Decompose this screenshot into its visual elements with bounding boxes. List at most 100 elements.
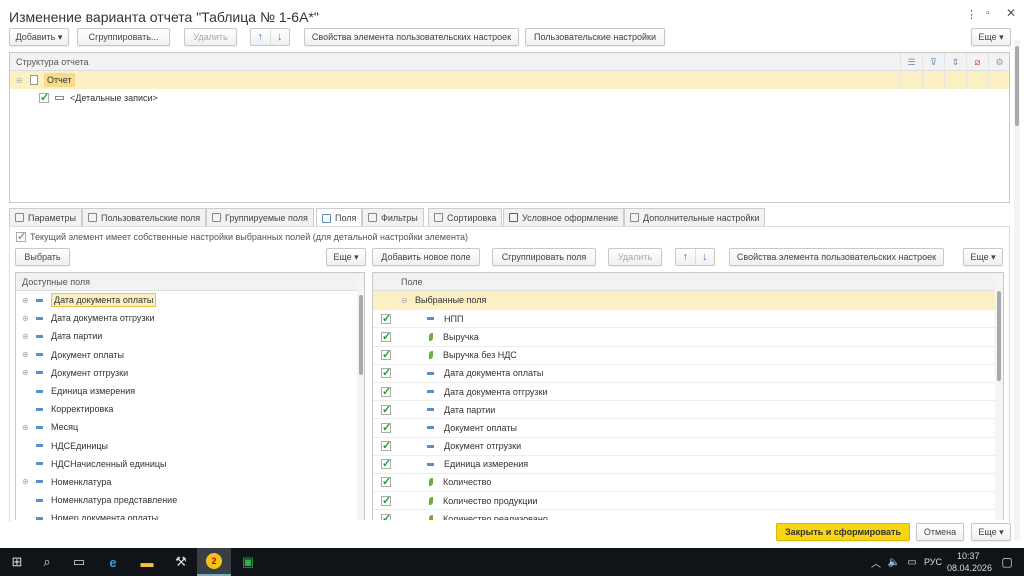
select-button[interactable]: Выбрать xyxy=(15,248,70,266)
restore-icon[interactable]: ▫ xyxy=(986,8,990,19)
field-checkbox[interactable]: ✓ xyxy=(381,313,391,324)
available-field-row[interactable]: ⊕ Месяц xyxy=(16,418,364,436)
available-field-row[interactable]: Единица измерения xyxy=(16,382,364,400)
selected-field-row[interactable]: ✓ Дата документа отгрузки xyxy=(373,381,1003,400)
more-vert-icon[interactable]: ⋮ xyxy=(966,8,977,21)
conditional-format-col-icon[interactable]: ⧄ xyxy=(966,53,988,89)
selected-field-row[interactable]: ✓ Выручка xyxy=(373,327,1003,345)
expand-icon[interactable]: ⊕ xyxy=(22,368,30,377)
volume-icon[interactable]: 🔈 xyxy=(884,548,904,576)
more-button-left[interactable]: Еще ▾ xyxy=(326,248,366,266)
props-button[interactable]: Свойства элемента пользовательских настр… xyxy=(304,28,519,46)
available-field-row[interactable]: Номенклатура представление xyxy=(16,491,364,509)
field-props-button[interactable]: Свойства элемента пользовательских настр… xyxy=(729,248,944,266)
filter-col-icon[interactable]: ⊽ xyxy=(922,53,944,89)
remote-app-icon[interactable]: ▣ xyxy=(231,548,265,576)
tab-user-fields[interactable]: Пользовательские поля xyxy=(82,208,207,226)
action-center-icon[interactable]: ▢ xyxy=(990,548,1024,576)
collapse-icon[interactable]: ⊖ xyxy=(401,296,409,305)
expand-icon[interactable]: ⊕ xyxy=(22,314,30,323)
selected-field-row[interactable]: ✓ Документ отгрузки xyxy=(373,436,1003,455)
field-checkbox[interactable]: ✓ xyxy=(381,331,391,342)
language-indicator[interactable]: РУС xyxy=(924,557,942,567)
available-field-row[interactable]: ⊕ Дата документа оплаты xyxy=(16,291,364,309)
available-field-row[interactable]: ⊕ Документ отгрузки xyxy=(16,364,364,382)
available-field-row[interactable]: ⊕ Номенклатура xyxy=(16,473,364,491)
additional-settings-col-icon[interactable]: ⚙ xyxy=(988,53,1009,89)
available-scrollbar[interactable] xyxy=(357,273,364,520)
sort-col-icon[interactable]: ⇕ xyxy=(944,53,966,89)
collapse-icon[interactable]: ⊖ xyxy=(16,76,24,85)
tab-sort[interactable]: Сортировка xyxy=(428,208,503,226)
field-checkbox[interactable]: ✓ xyxy=(381,495,391,506)
field-checkbox[interactable]: ✓ xyxy=(381,513,391,520)
move-up-icon[interactable]: ↑ xyxy=(676,249,696,265)
delete-button[interactable]: Удалить xyxy=(184,28,237,46)
close-and-generate-button[interactable]: Закрыть и сформировать xyxy=(776,523,910,541)
clock-date[interactable]: 08.04.2026 xyxy=(947,563,992,573)
tab-filters[interactable]: Фильтры xyxy=(362,208,424,226)
expand-icon[interactable]: ⊕ xyxy=(22,423,30,432)
tray-chevron-icon[interactable]: ︿ xyxy=(866,548,886,576)
selected-field-row[interactable]: ✓ Выручка без НДС xyxy=(373,345,1003,364)
add-button[interactable]: Добавить ▾ xyxy=(9,28,69,46)
cancel-button[interactable]: Отмена xyxy=(916,523,964,541)
field-checkbox[interactable]: ✓ xyxy=(381,459,391,470)
group-button[interactable]: Сгруппировать... xyxy=(77,28,170,46)
tab-grouping-fields[interactable]: Группируемые поля xyxy=(206,208,314,226)
more-button-top[interactable]: Еще ▾ xyxy=(971,28,1011,46)
detail-checkbox[interactable]: ✓ xyxy=(39,93,49,104)
available-field-row[interactable]: НДСНачисленный единицы xyxy=(16,455,364,473)
selected-field-row[interactable]: ✓ Дата партии xyxy=(373,400,1003,418)
search-icon[interactable]: ⌕ xyxy=(30,548,64,576)
more-button-right[interactable]: Еще ▾ xyxy=(963,248,1003,266)
tab-conditional-format[interactable]: Условное оформление xyxy=(503,208,625,226)
selected-scrollbar[interactable] xyxy=(995,273,1003,520)
tab-parameters[interactable]: Параметры xyxy=(9,208,82,226)
expand-icon[interactable]: ⊕ xyxy=(22,350,30,359)
field-checkbox[interactable]: ✓ xyxy=(381,422,391,433)
field-checkbox[interactable]: ✓ xyxy=(381,441,391,452)
field-checkbox[interactable]: ✓ xyxy=(381,404,391,415)
tab-fields[interactable]: Поля xyxy=(316,208,363,227)
delete-field-button[interactable]: Удалить xyxy=(608,248,662,266)
network-icon[interactable]: ▭ xyxy=(902,548,922,576)
field-checkbox[interactable]: ✓ xyxy=(381,386,391,397)
expand-icon[interactable]: ⊕ xyxy=(22,332,30,341)
available-field-row[interactable]: ⊕ Документ оплаты xyxy=(16,346,364,364)
available-field-row[interactable]: ⊕ Дата документа отгрузки xyxy=(16,309,364,327)
main-scrollbar[interactable] xyxy=(1014,40,1020,540)
available-field-row[interactable]: Номер документа оплаты xyxy=(16,509,364,520)
add-new-field-button[interactable]: Добавить новое поле xyxy=(372,248,480,266)
selected-field-row[interactable]: ✓ Количество продукции xyxy=(373,491,1003,509)
close-icon[interactable]: ✕ xyxy=(1006,6,1016,20)
expand-icon[interactable]: ⊕ xyxy=(22,477,30,486)
tab-additional-settings[interactable]: Дополнительные настройки xyxy=(624,208,766,226)
expand-icon[interactable]: ⊕ xyxy=(22,296,30,305)
1c-app-icon[interactable]: 2 xyxy=(197,548,231,576)
move-down-icon[interactable]: ↓ xyxy=(271,29,290,45)
own-settings-row[interactable]: ✓ Текущий элемент имеет собственные наст… xyxy=(16,232,468,243)
available-field-row[interactable]: НДСЕдиницы xyxy=(16,437,364,455)
fields-col-icon[interactable]: ☰ xyxy=(900,53,922,89)
clock-time[interactable]: 10:37 xyxy=(957,551,980,561)
selected-group-row[interactable]: ⊖ Выбранные поля xyxy=(373,291,1003,310)
field-checkbox[interactable]: ✓ xyxy=(381,477,391,488)
selected-field-row[interactable]: ✓ Единица измерения xyxy=(373,454,1003,473)
available-field-row[interactable]: Корректировка xyxy=(16,400,364,418)
ie-icon[interactable]: e xyxy=(96,548,130,576)
available-field-row[interactable]: ⊕ Дата партии xyxy=(16,327,364,345)
own-settings-checkbox[interactable]: ✓ xyxy=(16,232,26,243)
move-down-icon[interactable]: ↓ xyxy=(696,249,715,265)
selected-field-row[interactable]: ✓ Документ оплаты xyxy=(373,418,1003,436)
explorer-icon[interactable]: ▬ xyxy=(130,548,164,576)
selected-field-row[interactable]: ✓ НПП xyxy=(373,309,1003,327)
windows-start-icon[interactable]: ⊞ xyxy=(0,548,34,576)
selected-field-row[interactable]: ✓ Дата документа оплаты xyxy=(373,363,1003,382)
task-view-icon[interactable]: ▭ xyxy=(62,548,96,576)
group-fields-button[interactable]: Сгруппировать поля xyxy=(492,248,596,266)
structure-row-root[interactable]: ⊖ Отчет xyxy=(10,71,1009,89)
field-checkbox[interactable]: ✓ xyxy=(381,368,391,379)
structure-row-detail[interactable]: ✓ <Детальные записи> xyxy=(10,89,1009,107)
selected-field-row[interactable]: ✓ Количество xyxy=(373,472,1003,491)
